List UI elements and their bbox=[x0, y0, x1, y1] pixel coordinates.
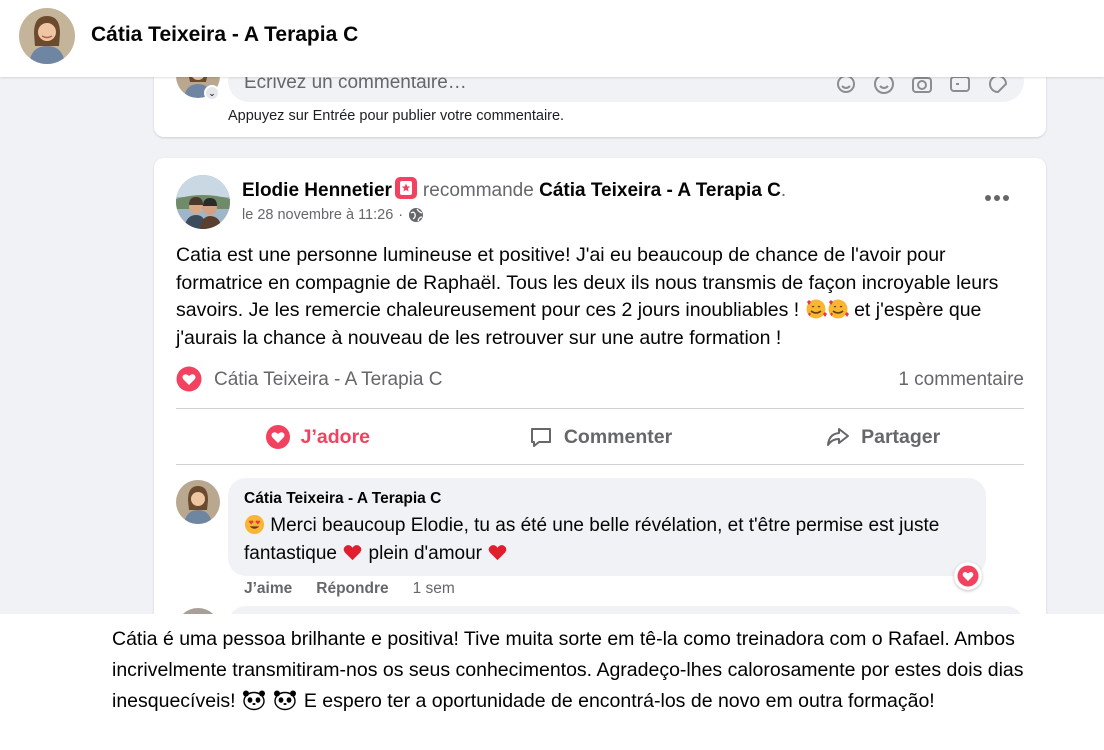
panda-emoji-icon bbox=[243, 690, 265, 711]
globe-icon bbox=[409, 208, 424, 222]
next-comment-bubble bbox=[228, 606, 1024, 614]
heart-eyes-emoji-icon bbox=[244, 514, 265, 535]
recommend-verb: recommande bbox=[422, 180, 534, 201]
comment-reply-button[interactable]: Répondre bbox=[316, 580, 388, 598]
page-avatar[interactable] bbox=[19, 8, 75, 64]
comment-text-part2: plein d'amour bbox=[368, 542, 483, 564]
author-name[interactable]: Elodie Hennetier bbox=[242, 180, 392, 201]
post-header: Elodie Hennetier recommande Cátia Teixeir… bbox=[242, 177, 786, 202]
comment-bubble: Cátia Teixeira - A Terapia C Merci beauc… bbox=[228, 478, 986, 576]
post-text: Catia est une personne lumineuse et posi… bbox=[176, 242, 1036, 352]
heart-reaction-icon[interactable] bbox=[176, 366, 202, 392]
divider bbox=[176, 408, 1024, 409]
comment-like-button[interactable]: J’aime bbox=[244, 580, 292, 598]
more-options-icon[interactable] bbox=[982, 183, 1012, 213]
translation-text: Cátia é uma pessoa brilhante e positiva!… bbox=[112, 624, 1072, 717]
page-header: Cátia Teixeira - A Terapia C bbox=[0, 0, 1104, 77]
comment-author-avatar[interactable] bbox=[176, 480, 220, 524]
love-label: J’adore bbox=[300, 425, 371, 448]
post-date[interactable]: le 28 novembre à 11:26 bbox=[242, 207, 393, 223]
author-avatar[interactable] bbox=[176, 175, 230, 229]
recommended-page-link[interactable]: Cátia Teixeira - A Terapia C bbox=[539, 180, 781, 201]
page-title[interactable]: Cátia Teixeira - A Terapia C bbox=[91, 23, 358, 47]
divider bbox=[176, 464, 1024, 465]
share-icon bbox=[827, 428, 850, 446]
comment-author[interactable]: Cátia Teixeira - A Terapia C bbox=[244, 490, 441, 508]
share-button[interactable]: Partager bbox=[741, 410, 1024, 464]
post-meta: le 28 novembre à 11:26 · bbox=[242, 207, 424, 223]
red-heart-emoji-icon bbox=[343, 544, 362, 560]
comment-label: Commenter bbox=[563, 425, 673, 448]
recommendation-post-card: Elodie Hennetier recommande Cátia Teixeir… bbox=[154, 158, 1046, 614]
share-label: Partager bbox=[861, 425, 941, 448]
smiling-hearts-emoji-icon bbox=[828, 299, 849, 319]
comment-icon bbox=[530, 428, 551, 447]
comment-button[interactable]: Commenter bbox=[459, 410, 742, 464]
comment-time[interactable]: 1 sem bbox=[413, 580, 455, 598]
reaction-names[interactable]: Cátia Teixeira - A Terapia C bbox=[214, 369, 442, 391]
translation-part2: E espero ter a oportunidade de encontrá-… bbox=[303, 690, 935, 712]
love-button[interactable]: J’adore bbox=[176, 410, 459, 464]
smiling-hearts-emoji-icon bbox=[806, 299, 827, 319]
red-heart-emoji-icon bbox=[488, 544, 507, 560]
heart-icon bbox=[265, 425, 290, 449]
facebook-viewport: ⌄ Écrivez un commentaire… Appuyez sur En… bbox=[0, 0, 1104, 614]
comment-hint: Appuyez sur Entrée pour publier votre co… bbox=[228, 108, 565, 124]
panda-emoji-icon bbox=[274, 690, 297, 711]
comment-actions: J’aime Répondre 1 sem bbox=[244, 580, 455, 598]
meta-separator: · bbox=[398, 207, 404, 223]
recommend-star-icon bbox=[394, 177, 417, 199]
chevron-down-icon[interactable]: ⌄ bbox=[204, 85, 220, 101]
reply-author-avatar[interactable] bbox=[176, 608, 220, 614]
comment-count[interactable]: 1 commentaire bbox=[898, 369, 1024, 391]
header-period: . bbox=[780, 180, 787, 201]
reactions-bar: Cátia Teixeira - A Terapia C 1 commentai… bbox=[176, 364, 1024, 394]
comment-text: Merci beaucoup Elodie, tu as été une bel… bbox=[244, 512, 974, 567]
comment-heart-reaction-icon[interactable] bbox=[954, 562, 982, 590]
post-actions: J’adore Commenter Partager bbox=[176, 410, 1024, 464]
